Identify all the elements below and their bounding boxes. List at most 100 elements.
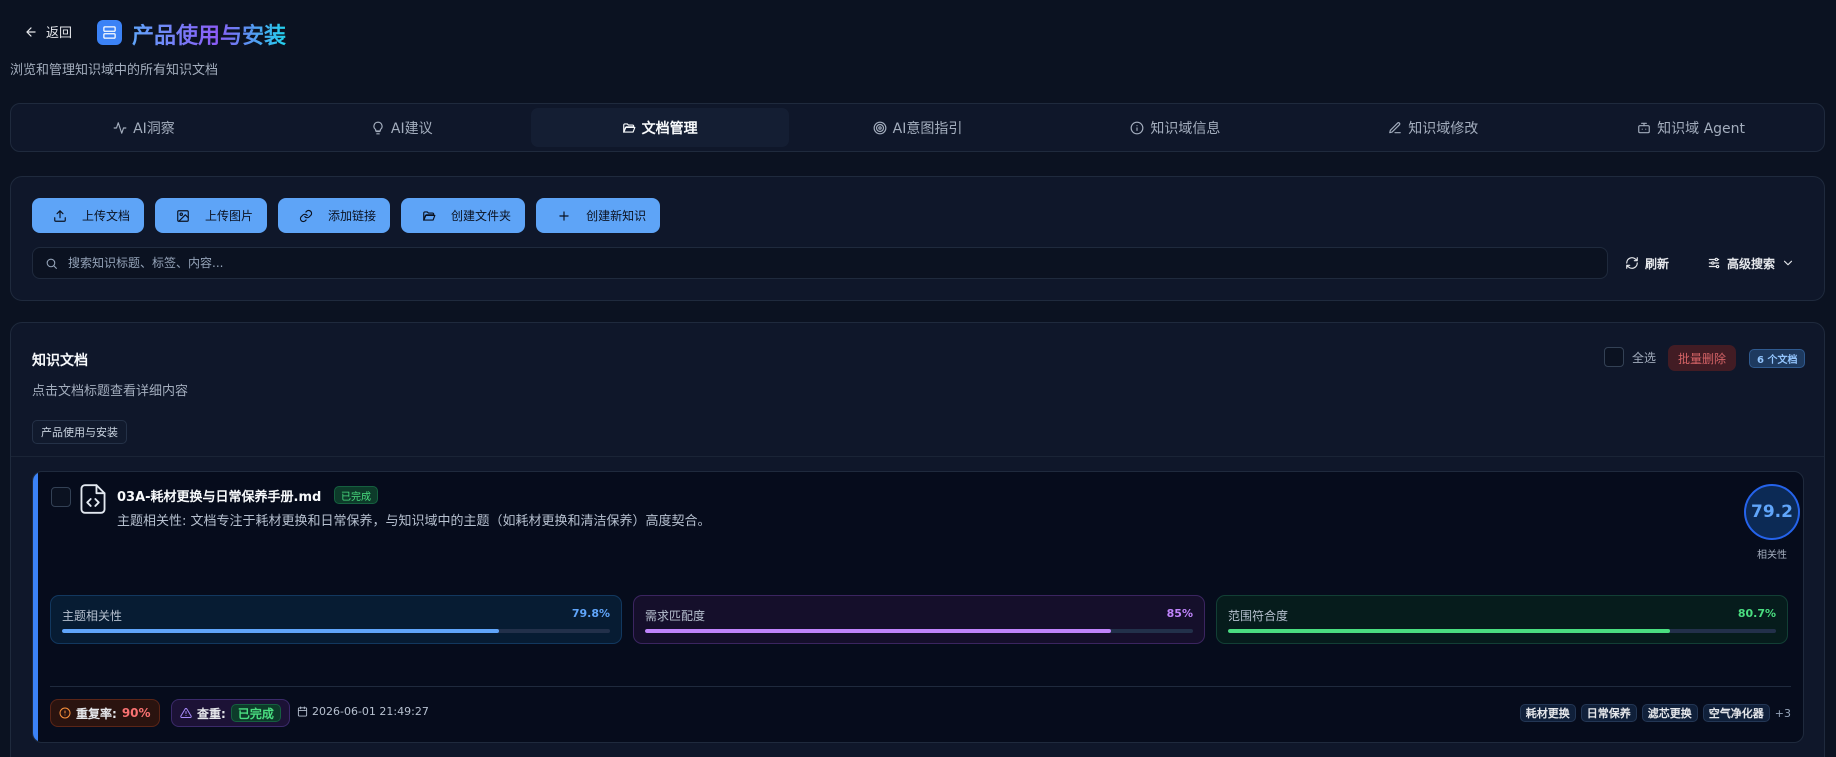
create-folder-button[interactable]: 创建文件夹: [401, 198, 526, 233]
document-description: 主题相关性: 文档专注于耗材更换和日常保养，与知识域中的主题（如耗材更换和清洁保…: [117, 514, 711, 529]
tag-list: 耗材更换 日常保养 滤芯更换 空气净化器 +3: [1519, 704, 1791, 722]
search-box: [32, 247, 1608, 279]
tab-label: AI意图指引: [892, 120, 963, 137]
documents-title: 知识文档: [32, 353, 88, 369]
upload-document-button[interactable]: 上传文档: [32, 198, 145, 233]
document-card[interactable]: 03A-耗材更换与日常保养手册.md 已完成 主题相关性: 文档专注于耗材更换和…: [32, 471, 1804, 743]
link-icon: [292, 209, 320, 223]
metric-track: [645, 629, 1193, 633]
select-all-label: 全选: [1632, 350, 1657, 365]
document-date: 2026-06-01 21:49:27: [297, 705, 429, 718]
relevance-score-label: 相关性: [1757, 550, 1787, 561]
sliders-icon: [1707, 256, 1721, 270]
metric-topic-relevance: 主题相关性 79.8%: [50, 595, 622, 644]
select-all[interactable]: 全选: [1604, 347, 1656, 367]
upload-document-label: 上传文档: [82, 209, 131, 223]
refresh-button[interactable]: 刷新: [1617, 247, 1677, 279]
metric-track: [1228, 629, 1776, 633]
toolbar-panel: 上传文档 上传图片 添加链接 创建文件夹 创建新知识 刷新 高级搜索: [10, 176, 1825, 301]
pencil-icon: [1388, 121, 1402, 135]
tag[interactable]: 滤芯更换: [1641, 704, 1698, 722]
card-accent-bar: [33, 472, 38, 742]
page-title: 产品使用与安装: [132, 18, 286, 50]
bot-icon: [1637, 121, 1651, 135]
metric-fill: [62, 629, 500, 633]
dedup-check-chip: 查重: 已完成: [171, 699, 290, 727]
divider: [11, 456, 1824, 457]
document-date-text: 2026-06-01 21:49:27: [312, 705, 429, 718]
more-tags-count[interactable]: +3: [1775, 707, 1791, 720]
documents-subtitle: 点击文档标题查看详细内容: [32, 384, 189, 399]
create-folder-label: 创建文件夹: [451, 209, 512, 223]
tab-label: 知识域 Agent: [1657, 120, 1746, 137]
warning-triangle-icon: [180, 707, 192, 719]
folder-open-icon: [415, 209, 443, 223]
tab-domain-info[interactable]: 知识域信息: [1046, 108, 1304, 147]
tab-ai-intent-guide[interactable]: AI意图指引: [789, 108, 1047, 147]
advanced-search-label: 高级搜索: [1727, 256, 1776, 271]
tab-label: AI洞察: [133, 120, 175, 137]
document-checkbox[interactable]: [51, 487, 71, 507]
alert-circle-icon: [59, 707, 71, 719]
metric-value: 79.8%: [571, 607, 610, 620]
advanced-search-button[interactable]: 高级搜索: [1699, 247, 1803, 279]
lightbulb-icon: [371, 121, 385, 135]
duplicate-rate-label: 重复率:: [76, 706, 117, 721]
tab-document-management[interactable]: 文档管理: [530, 108, 789, 147]
plus-icon: [550, 209, 578, 223]
select-all-checkbox[interactable]: [1604, 347, 1624, 367]
metric-track: [62, 629, 610, 633]
tab-bar: AI洞察 AI建议 文档管理 AI意图指引 知识域信息 知识域修改 知识域 Ag…: [10, 103, 1825, 152]
metric-label: 需求匹配度: [645, 609, 706, 623]
tag[interactable]: 空气净化器: [1702, 704, 1770, 722]
metric-label: 范围符合度: [1228, 609, 1289, 623]
page-subtitle: 浏览和管理知识域中的所有知识文档: [10, 63, 219, 78]
tab-label: 知识域信息: [1150, 120, 1221, 137]
tab-label: 文档管理: [641, 120, 698, 137]
activity-icon: [113, 121, 127, 135]
upload-icon: [46, 209, 74, 223]
info-icon: [1130, 121, 1144, 135]
card-divider: [50, 686, 1791, 687]
file-code-icon: [80, 484, 106, 514]
tag[interactable]: 日常保养: [1580, 704, 1637, 722]
document-title[interactable]: 03A-耗材更换与日常保养手册.md: [117, 486, 321, 505]
duplicate-rate-value: 90%: [121, 706, 151, 720]
upload-image-button[interactable]: 上传图片: [155, 198, 268, 233]
duplicate-rate-chip: 重复率: 90%: [50, 699, 160, 727]
metric-label: 主题相关性: [62, 609, 123, 623]
metric-scope-fit: 范围符合度 80.7%: [1216, 595, 1788, 644]
tab-ai-insights[interactable]: AI洞察: [15, 108, 273, 147]
documents-panel: 知识文档 点击文档标题查看详细内容 产品使用与安装 全选 批量删除 6 个文档 …: [10, 322, 1825, 757]
chevron-down-icon: [1781, 256, 1795, 270]
calendar-icon: [297, 706, 308, 717]
create-knowledge-button[interactable]: 创建新知识: [536, 198, 661, 233]
arrow-left-icon: [24, 25, 38, 39]
add-link-button[interactable]: 添加链接: [278, 198, 391, 233]
tab-domain-agent[interactable]: 知识域 Agent: [1562, 108, 1820, 147]
metric-value: 85%: [1166, 607, 1193, 620]
refresh-label: 刷新: [1645, 256, 1670, 271]
relevance-score: 79.2: [1744, 484, 1800, 540]
tab-label: 知识域修改: [1408, 120, 1479, 137]
bulk-delete-button[interactable]: 批量删除: [1668, 345, 1737, 371]
create-knowledge-label: 创建新知识: [586, 209, 647, 223]
tab-ai-suggestions[interactable]: AI建议: [273, 108, 531, 147]
metric-value: 80.7%: [1737, 607, 1776, 620]
tag[interactable]: 耗材更换: [1519, 704, 1576, 722]
back-button[interactable]: 返回: [24, 22, 72, 41]
tab-domain-edit[interactable]: 知识域修改: [1304, 108, 1562, 147]
target-icon: [873, 121, 887, 135]
dedup-check-label: 查重:: [197, 706, 226, 721]
document-count-badge: 6 个文档: [1749, 349, 1806, 368]
metric-fill: [645, 629, 1111, 633]
search-icon: [45, 257, 58, 270]
add-link-label: 添加链接: [328, 209, 377, 223]
folder-open-icon: [622, 121, 636, 135]
upload-image-label: 上传图片: [205, 209, 254, 223]
image-icon: [169, 209, 197, 223]
search-input[interactable]: [68, 256, 1595, 270]
metric-requirement-match: 需求匹配度 85%: [633, 595, 1205, 644]
domain-filter-chip[interactable]: 产品使用与安装: [32, 420, 127, 444]
tab-label: AI建议: [390, 120, 433, 137]
